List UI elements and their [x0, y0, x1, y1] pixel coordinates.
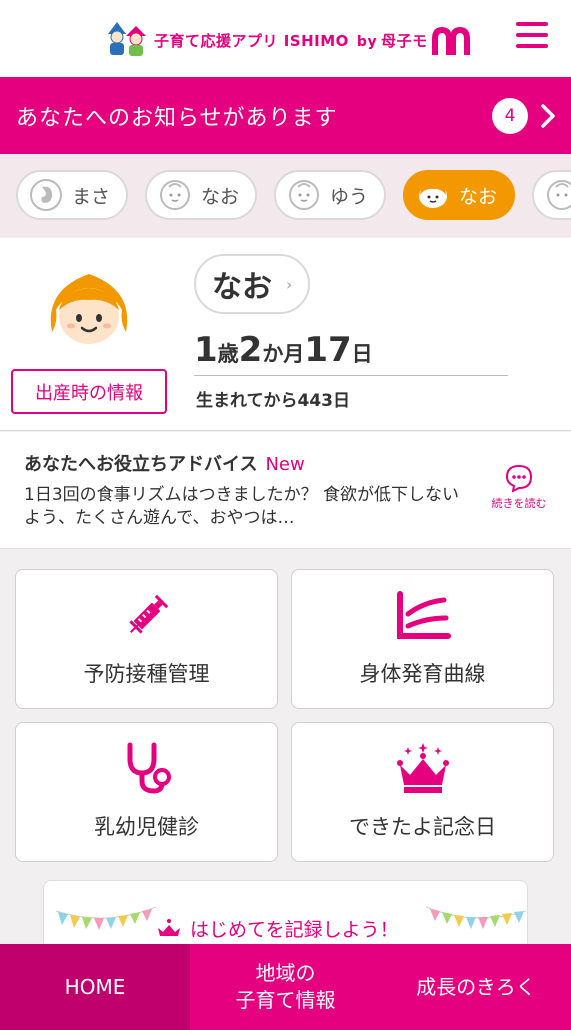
child-selector: まさ なお ゆう なお	[0, 154, 571, 237]
growth-curve-icon	[397, 591, 451, 639]
growth-curve-button[interactable]: 身体発育曲線	[291, 569, 554, 709]
milestone-day-button[interactable]: できたよ記念日	[291, 722, 554, 862]
first-record-title: はじめてを記録しよう！	[156, 915, 399, 942]
health-checkup-button[interactable]: 乳幼児健診	[15, 722, 278, 862]
nav-local-info[interactable]: 地域の 子育て情報	[190, 944, 381, 1030]
penguin-logo-icon	[431, 27, 470, 55]
app-logo[interactable]: 子育て応援アプリ ISHIMO by 母子モ	[104, 18, 472, 62]
bunting-icon	[56, 906, 156, 930]
app-title: 子育て応援アプリ ISHIMO by 母子モ	[154, 31, 428, 50]
notification-text: あなたへのお知らせがあります	[16, 105, 338, 131]
syringe-icon	[129, 594, 169, 634]
child-profile: 出産時の情報 なお › 1歳2か月17日 生まれてから443日	[0, 238, 571, 431]
crown-icon	[397, 743, 449, 793]
child-tab-partial[interactable]	[532, 170, 571, 220]
fetus-icon	[30, 179, 62, 211]
chevron-right-icon	[541, 104, 555, 128]
birth-info-button[interactable]: 出産時の情報	[11, 369, 167, 414]
days-since-birth: 生まれてから443日	[196, 391, 350, 411]
child-avatar-icon	[50, 274, 128, 344]
child-age: 1歳2か月17日	[194, 330, 508, 376]
advice-panel[interactable]: あなたへお役立ちアドバイス New 1日3回の食事リズムはつきましたか？ 食欲が低…	[0, 432, 571, 549]
advice-body: 1日3回の食事リズムはつきましたか？ 食欲が低下しないよう、たくさん遊んで、おや…	[24, 485, 460, 528]
kids-logo-icon	[104, 20, 150, 60]
crown-icon	[158, 918, 180, 936]
baby-face-icon	[547, 180, 571, 210]
feature-menu: 予防接種管理 身体発育曲線 乳幼児健診 できたよ記念日 はじめてを記録しよう！	[0, 550, 571, 960]
new-badge: New	[265, 454, 305, 475]
hamburger-menu-icon[interactable]	[516, 22, 548, 52]
child-face-icon	[419, 182, 447, 208]
child-name-button[interactable]: なお ›	[194, 254, 310, 314]
child-tab-nao-active[interactable]: なお	[403, 170, 515, 220]
child-name: なお	[212, 270, 272, 305]
nav-home[interactable]: HOME	[0, 944, 190, 1030]
read-more-button[interactable]: 続きを読む	[486, 464, 552, 511]
child-tab-nao-1[interactable]: なお	[145, 170, 257, 220]
app-header: 子育て応援アプリ ISHIMO by 母子モ	[0, 0, 571, 77]
stethoscope-icon	[127, 742, 171, 794]
chevron-right-icon: ›	[286, 274, 293, 294]
notification-count-badge: 4	[492, 98, 528, 134]
child-tab-masa[interactable]: まさ	[16, 170, 128, 220]
child-tab-yuu[interactable]: ゆう	[274, 170, 386, 220]
advice-title: あなたへお役立ちアドバイス New	[24, 454, 305, 475]
bunting-icon	[426, 906, 526, 929]
nav-growth-record[interactable]: 成長のきろく	[381, 944, 571, 1030]
speech-bubble-icon	[505, 464, 533, 492]
baby-face-icon	[289, 180, 319, 210]
bottom-navigation: HOME 地域の 子育て情報 成長のきろく	[0, 944, 571, 1030]
vaccination-button[interactable]: 予防接種管理	[15, 569, 278, 709]
notification-bar[interactable]: あなたへのお知らせがあります 4	[0, 77, 571, 154]
baby-face-icon	[160, 180, 190, 210]
